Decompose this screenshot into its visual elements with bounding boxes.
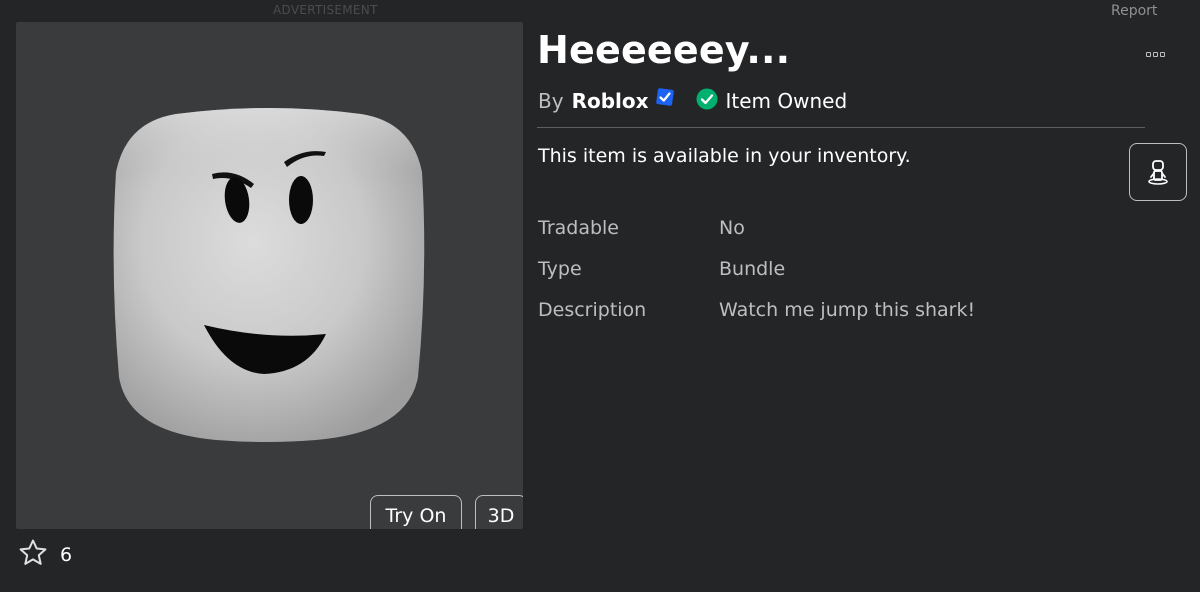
detail-label: Tradable	[538, 217, 620, 239]
3d-view-button[interactable]: 3D	[475, 495, 523, 529]
by-label: By	[538, 89, 564, 113]
detail-value: Bundle	[719, 258, 786, 280]
creator-link[interactable]: Roblox	[572, 89, 649, 113]
item-thumbnail-panel: Try On 3D	[16, 22, 523, 529]
more-options-icon[interactable]	[1140, 48, 1170, 60]
favorite-row[interactable]: 6	[18, 538, 73, 572]
item-title: Heeeeeey...	[537, 28, 791, 72]
creator-row: By Roblox Item Owned	[538, 88, 847, 114]
try-on-button[interactable]: Try On	[370, 495, 462, 529]
star-outline-icon[interactable]	[18, 538, 48, 572]
report-link[interactable]: Report	[1111, 3, 1157, 19]
divider	[537, 127, 1145, 128]
owned-status: Item Owned	[696, 88, 848, 115]
checkmark-circle-icon	[696, 88, 718, 115]
detail-label: Description	[538, 299, 647, 321]
detail-value: No	[719, 217, 745, 239]
owned-label: Item Owned	[725, 89, 848, 113]
availability-text: This item is available in your inventory…	[538, 145, 911, 167]
advertisement-label: ADVERTISEMENT	[273, 3, 378, 17]
item-details-page: ADVERTISEMENT Report Try On 3D 6 Heeeeee…	[0, 0, 1200, 592]
favorite-count: 6	[60, 544, 73, 566]
head-thumbnail-image	[113, 108, 425, 442]
avatar-view-icon[interactable]	[1129, 143, 1187, 201]
detail-value: Watch me jump this shark!	[719, 299, 976, 321]
verified-badge-icon	[655, 87, 674, 111]
detail-label: Type	[538, 258, 582, 280]
